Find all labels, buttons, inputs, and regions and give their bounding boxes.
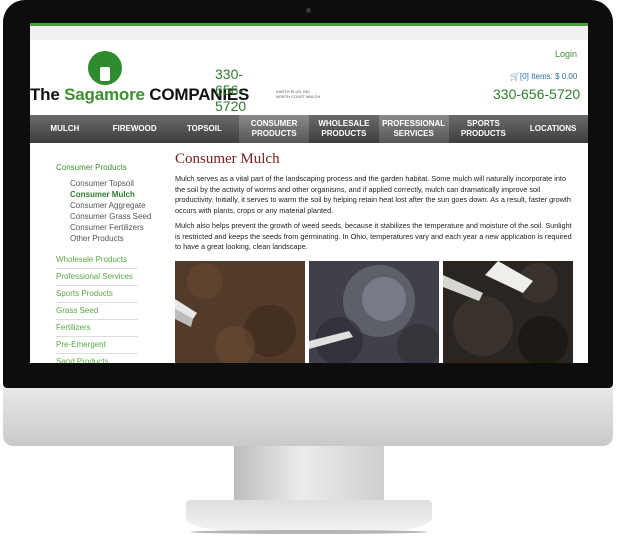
sidebar: Consumer Products Consumer Topsoil Consu… [56,163,166,363]
cart-link[interactable]: 🛒[0] Items: $ 0.00 [510,72,577,81]
sidebar-subitem[interactable]: Consumer Grass Seed [56,211,166,222]
sidebar-subitem[interactable]: Consumer Topsoil [56,178,166,189]
monitor-stand-neck [234,446,384,502]
sidebar-subitem-active[interactable]: Consumer Mulch [56,189,166,200]
camera-icon [306,8,311,13]
sidebar-category[interactable]: Fertilizers [56,320,138,337]
sidebar-category[interactable]: Sand Products [56,354,138,363]
main-nav: MULCH FIREWOOD TOPSOIL CONSUMER PRODUCTS… [30,115,588,143]
sidebar-subitem[interactable]: Other Products [56,233,166,244]
logo-subtitle: EARTH PLUS, INC. NORTH COAST MULCH [276,89,321,99]
sidebar-category[interactable]: Professional Services [56,269,138,286]
nav-professional-services[interactable]: PROFESSIONAL SERVICES [378,115,449,143]
logo-wordmark: The Sagamore COMPANIES [30,85,250,104]
nav-topsoil[interactable]: TOPSOIL [170,115,240,143]
brown-mulch-photo [175,261,305,363]
monitor-chin [3,388,613,446]
sidebar-category[interactable]: Sports Products [56,286,138,303]
nav-locations[interactable]: LOCATIONS [518,115,588,143]
top-band [30,26,588,40]
nav-consumer-products[interactable]: CONSUMER PRODUCTS [239,115,309,143]
sidebar-heading[interactable]: Consumer Products [56,163,166,172]
black-mulch-photo [443,261,573,363]
sidebar-subitem[interactable]: Consumer Fertilizers [56,222,166,233]
cart-icon: 🛒 [510,72,520,81]
sidebar-category[interactable]: Grass Seed [56,303,138,320]
sidebar-category[interactable]: Wholesale Products [56,252,138,269]
gray-mulch-photo [309,261,439,363]
tree-logo-icon [88,51,122,85]
nav-firewood[interactable]: FIREWOOD [100,115,170,143]
nav-wholesale-products[interactable]: WHOLESALE PRODUCTS [309,115,379,143]
header-phone: 330-656-5720 [493,86,581,102]
browser-screen: The Sagamore COMPANIES EARTH PLUS, INC. … [30,23,588,363]
login-link[interactable]: Login [555,49,577,59]
nav-sports-products[interactable]: SPORTS PRODUCTS [449,115,519,143]
page-title: Consumer Mulch [175,151,280,167]
nav-mulch[interactable]: MULCH [30,115,100,143]
monitor-stand-foot [186,500,432,532]
content-paragraph: Mulch also helps prevent the growth of w… [175,221,572,251]
main-content: Consumer Mulch Mulch serves as a vital p… [175,151,577,258]
sidebar-category[interactable]: Pre-Emergent [56,337,138,354]
content-paragraph: Mulch serves as a vital part of the land… [175,174,571,215]
monitor-stand-edge [190,530,428,534]
sidebar-subitem[interactable]: Consumer Aggregate [56,200,166,211]
logo-phone: 330-656-5720 [215,66,247,114]
